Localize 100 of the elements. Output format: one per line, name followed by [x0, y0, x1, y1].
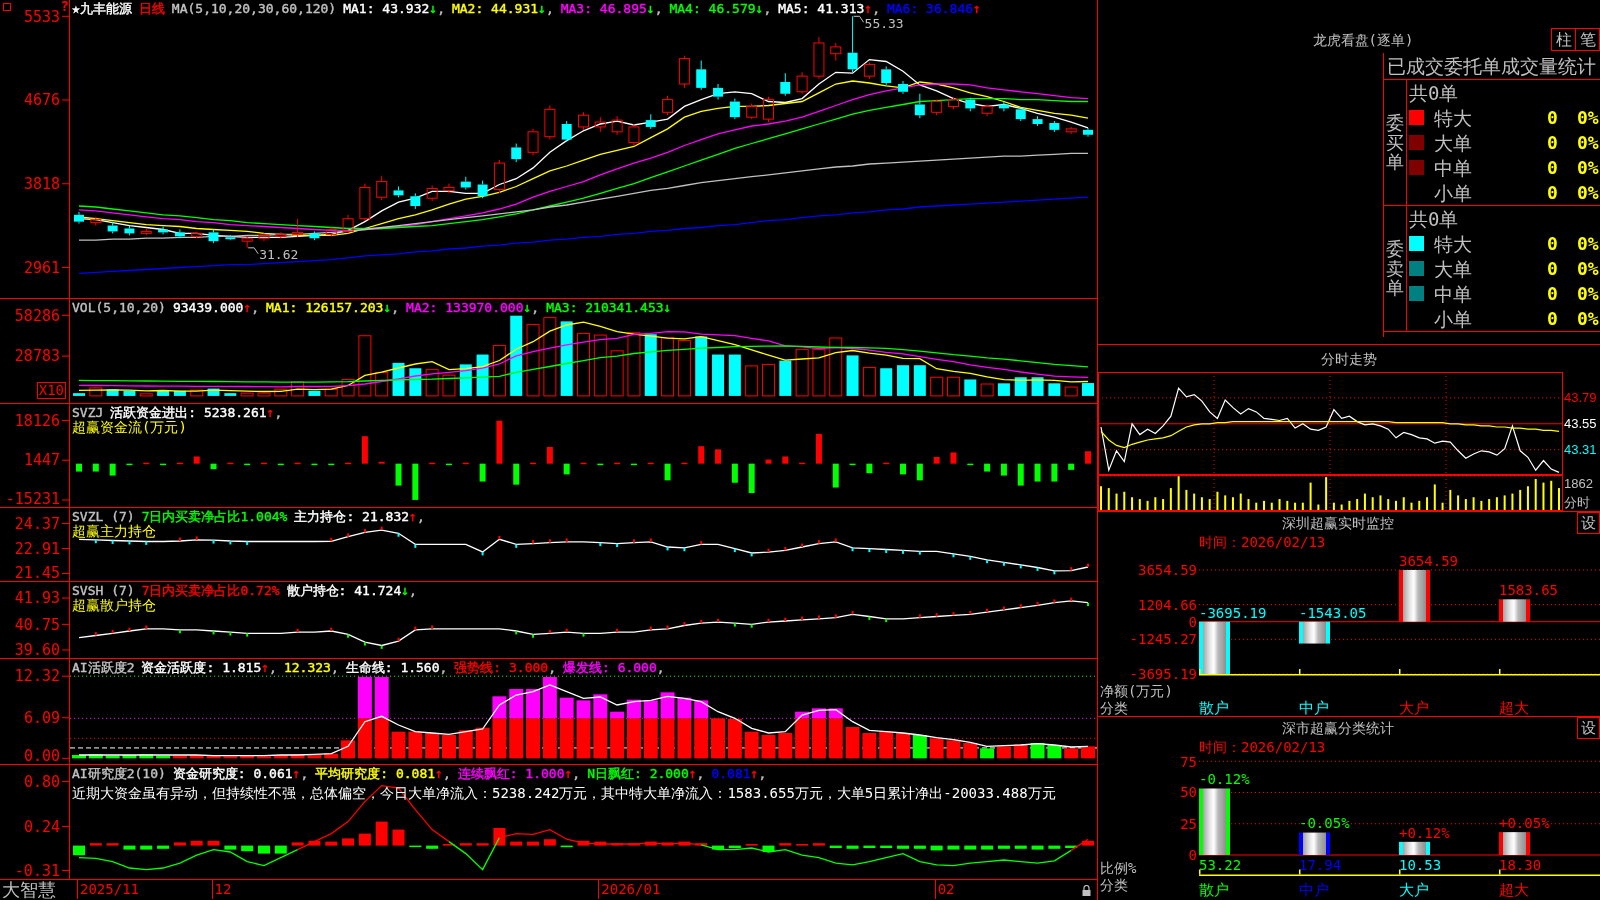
direction-stick — [700, 541, 703, 545]
fund-flow-bar — [765, 459, 772, 464]
direction-stick — [397, 637, 400, 642]
fund-flow-bar — [378, 461, 385, 464]
minute-volume-bar — [1340, 504, 1343, 510]
direction-stick — [952, 612, 955, 616]
direction-stick — [935, 613, 938, 617]
axis-title: 比例% — [1100, 859, 1137, 876]
settings-button[interactable]: 设 — [1577, 717, 1600, 739]
candle — [460, 176, 471, 190]
volume-bar — [661, 337, 675, 397]
date-label: 12 — [211, 880, 232, 899]
change-label: +0.12% — [1399, 824, 1450, 841]
indicator-subtitle: 超赢资金流(万元) — [72, 420, 187, 435]
candle — [898, 80, 908, 95]
activity-bar — [374, 677, 389, 719]
toggle-button[interactable]: 笔 — [1575, 28, 1600, 51]
category-label: 中户 — [1299, 699, 1329, 716]
activity-bar — [273, 755, 288, 759]
activity-bar — [139, 754, 154, 759]
direction-stick — [750, 552, 753, 557]
direction-stick — [1087, 563, 1089, 567]
settings-button[interactable]: 设 — [1577, 512, 1600, 534]
volume-bar — [1064, 386, 1078, 397]
candle — [1049, 120, 1060, 133]
research-bar — [712, 845, 725, 850]
minute-volume-bar — [1115, 493, 1118, 510]
minute-volume-bar — [1138, 499, 1141, 510]
direction-stick — [481, 551, 484, 556]
volume-bar — [157, 390, 170, 396]
direction-stick — [649, 538, 652, 542]
axis-tick-label: 0.24 — [23, 817, 60, 836]
activity-bar — [223, 756, 238, 759]
fund-flow-bar — [647, 462, 654, 465]
research-bar — [157, 845, 170, 849]
legend-item: 12.323, — [283, 660, 339, 675]
minute-volume-bar — [1472, 497, 1475, 510]
direction-stick — [347, 533, 350, 537]
axis-tick-label: 4676 — [23, 91, 60, 110]
legend-item: 资金活跃度: 1.815↑, — [141, 660, 277, 675]
direction-stick — [868, 548, 871, 553]
direction-stick — [885, 618, 888, 623]
activity-bar — [357, 677, 372, 719]
panel-title: 深市超赢分类统计 — [1281, 720, 1394, 736]
axis-tick-label: 1447 — [23, 451, 60, 470]
minute-volume-bar — [1255, 502, 1258, 510]
fund-flow-bar — [1017, 463, 1024, 486]
fund-flow-bar — [815, 433, 822, 464]
direction-stick — [616, 628, 619, 633]
fund-flow-bar — [395, 463, 402, 486]
legend-item: MA3: 210341.453↓ — [546, 300, 672, 315]
fund-flow-bar — [210, 463, 217, 470]
axis-title: 分时 — [1564, 494, 1590, 510]
fund-flow-bar — [967, 463, 974, 466]
fund-flow-bar — [176, 462, 183, 465]
legend-item: MA6: 36.846↑ — [886, 1, 981, 16]
fund-flow-bar — [193, 456, 200, 464]
activity-bar — [441, 735, 456, 759]
group-label: 委卖单 — [1386, 238, 1404, 299]
research-bar — [426, 845, 439, 849]
direction-stick — [111, 629, 114, 634]
direction-stick — [229, 632, 232, 636]
candle — [275, 231, 287, 239]
research-bar — [342, 838, 355, 846]
activity-bar — [526, 689, 541, 719]
direction-stick — [1036, 602, 1039, 606]
volume-bar — [173, 390, 186, 396]
axis-title: 分类 — [1100, 699, 1128, 716]
volume-bar — [946, 376, 960, 397]
legend-item: 0.081↑, — [711, 766, 767, 781]
fund-flow-bar — [748, 463, 755, 493]
legend-item: 散户持仓: 41.724↓, — [286, 583, 417, 598]
minute-volume-bar — [1495, 497, 1498, 510]
research-bar — [73, 845, 85, 856]
research-bar — [812, 843, 825, 846]
direction-stick — [700, 619, 703, 624]
data-label: -3695.19 — [1199, 604, 1267, 621]
direction-stick — [582, 633, 585, 637]
candle — [124, 225, 135, 236]
toggle-button[interactable]: 柱 — [1551, 28, 1576, 51]
research-bar — [527, 841, 540, 846]
candle — [813, 36, 825, 80]
activity-bar — [88, 754, 103, 759]
direction-stick — [717, 618, 720, 623]
research-bar — [930, 845, 943, 851]
direction-stick — [1002, 606, 1005, 610]
candle — [965, 97, 976, 112]
minute-volume-bar — [1107, 488, 1110, 510]
fund-flow-bar — [782, 456, 789, 464]
order-count: 0 — [1547, 307, 1559, 330]
volume-bar — [745, 365, 759, 397]
research-bar — [190, 840, 203, 846]
legend-item: ★九丰能源 — [72, 1, 132, 16]
candle — [292, 218, 304, 238]
order-count: 0 — [1547, 257, 1559, 280]
direction-stick — [414, 544, 417, 548]
direction-stick — [851, 610, 854, 615]
candle — [208, 228, 219, 244]
order-percent: 0% — [1577, 106, 1600, 129]
legend-item: MA5: 41.313↑, — [778, 1, 880, 16]
